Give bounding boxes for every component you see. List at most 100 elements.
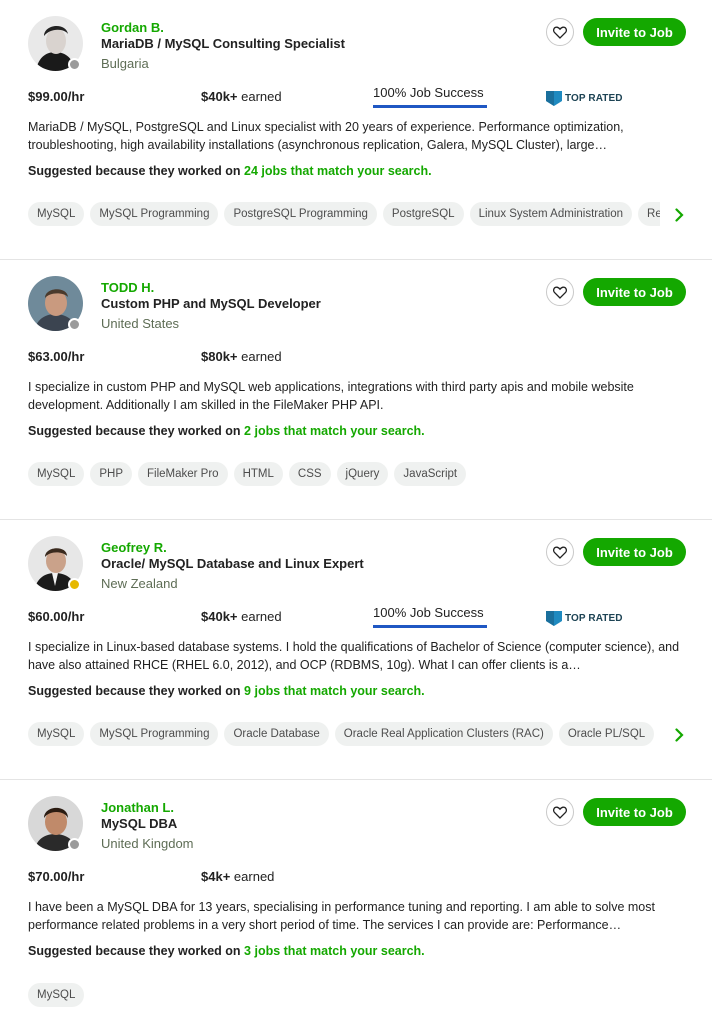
earned-suffix: earned [241, 349, 282, 364]
hourly-rate: $70.00/hr [28, 869, 85, 884]
suggested-reason: Suggested because they worked on 24 jobs… [28, 164, 432, 178]
skill-tag[interactable]: Oracle PL/SQL [558, 722, 655, 746]
earned-amount: $40k+ [201, 89, 238, 104]
invite-to-job-button[interactable]: Invite to Job [583, 278, 686, 306]
skill-tag[interactable]: JavaScript [394, 462, 467, 486]
skills-list: MySQL MySQL Programming Oracle Database Ora… [28, 722, 660, 748]
earned-suffix: earned [241, 89, 282, 104]
description-text: I specialize in custom PHP and MySQL web… [28, 380, 634, 412]
skill-tag[interactable]: PostgreSQL [382, 202, 464, 226]
freelancer-name[interactable]: Gordan B. [101, 20, 164, 35]
heart-icon [553, 286, 567, 299]
job-success-bar [373, 625, 487, 628]
freelancer-title: Custom PHP and MySQL Developer [101, 296, 321, 311]
freelancer-card: TODD H. Custom PHP and MySQL Developer U… [0, 260, 712, 520]
skill-tag[interactable]: Oracle Real Application Clusters (RAC) [334, 722, 553, 746]
total-earned: $40k+ earned [201, 89, 282, 104]
skills-next-button[interactable] [670, 726, 688, 744]
skill-tag[interactable]: MySQL Programming [90, 202, 219, 226]
top-rated-label: TOP RATED [565, 92, 623, 104]
job-success-bar [373, 105, 487, 108]
freelancer-name[interactable]: TODD H. [101, 280, 154, 295]
skill-tag[interactable]: Linux System Administration [469, 202, 633, 226]
matching-jobs-link[interactable]: 3 jobs that match your search. [244, 944, 425, 958]
skills-next-button[interactable] [670, 206, 688, 224]
suggested-prefix: Suggested because they worked on [28, 164, 241, 178]
skills-list: MySQL PHP FileMaker Pro HTML CSS jQuery JavaSc… [28, 462, 660, 488]
skill-tag[interactable]: PHP [90, 462, 132, 486]
freelancer-description: I specialize in Linux-based database sys… [28, 638, 683, 674]
skill-tag[interactable]: MySQL Programming [90, 722, 219, 746]
freelancer-country: United States [101, 316, 180, 331]
job-success-score: 100% Job Success [373, 85, 484, 100]
hourly-rate: $63.00/hr [28, 349, 85, 364]
hourly-rate: $60.00/hr [28, 609, 85, 624]
top-rated-badge: TOP RATED [546, 610, 623, 626]
top-rated-label: TOP RATED [565, 612, 623, 624]
freelancer-country: United Kingdom [101, 836, 194, 851]
description-text: MariaDB / MySQL, PostgreSQL and Linux sp… [28, 120, 624, 152]
freelancer-country: Bulgaria [101, 56, 149, 71]
heart-icon [553, 806, 567, 819]
freelancer-description: MariaDB / MySQL, PostgreSQL and Linux sp… [28, 118, 683, 154]
freelancer-title: MySQL DBA [101, 816, 178, 831]
skill-tag[interactable]: Oracle Database [224, 722, 329, 746]
total-earned: $40k+ earned [201, 609, 282, 624]
earned-amount: $40k+ [201, 609, 238, 624]
suggested-prefix: Suggested because they worked on [28, 684, 241, 698]
freelancer-name[interactable]: Geofrey R. [101, 540, 167, 555]
top-rated-badge: TOP RATED [546, 90, 623, 106]
invite-to-job-button[interactable]: Invite to Job [583, 538, 686, 566]
heart-icon [553, 546, 567, 559]
save-freelancer-button[interactable] [546, 278, 574, 306]
description-text: I have been a MySQL DBA for 13 years, sp… [28, 900, 655, 932]
invite-to-job-button[interactable]: Invite to Job [583, 798, 686, 826]
chevron-right-icon [674, 208, 684, 222]
earned-amount: $4k+ [201, 869, 231, 884]
total-earned: $4k+ earned [201, 869, 274, 884]
status-dot [68, 58, 81, 71]
skill-tag[interactable]: MySQL [28, 202, 85, 226]
status-dot [68, 318, 81, 331]
suggested-reason: Suggested because they worked on 3 jobs … [28, 944, 425, 958]
save-freelancer-button[interactable] [546, 798, 574, 826]
top-rated-icon [546, 611, 562, 626]
skill-tag[interactable]: FileMaker Pro [138, 462, 228, 486]
skill-tag[interactable]: PostgreSQL Programming [224, 202, 377, 226]
freelancer-title: MariaDB / MySQL Consulting Specialist [101, 36, 345, 51]
save-freelancer-button[interactable] [546, 18, 574, 46]
top-rated-icon [546, 91, 562, 106]
freelancer-card: Jonathan L. MySQL DBA United Kingdom Inv… [0, 780, 712, 1024]
skill-tag[interactable]: jQuery [336, 462, 389, 486]
earned-amount: $80k+ [201, 349, 238, 364]
skill-tag[interactable]: MySQL [28, 462, 85, 486]
skill-tag[interactable]: MySQL [28, 983, 85, 1007]
hourly-rate: $99.00/hr [28, 89, 85, 104]
freelancer-name[interactable]: Jonathan L. [101, 800, 174, 815]
skill-tag[interactable]: CSS [288, 462, 331, 486]
skill-tag[interactable]: Re [638, 202, 660, 226]
freelancer-card: Geofrey R. Oracle/ MySQL Database and Li… [0, 520, 712, 780]
heart-icon [553, 26, 567, 39]
freelancer-country: New Zealand [101, 576, 178, 591]
earned-suffix: earned [233, 869, 275, 884]
chevron-right-icon [674, 728, 684, 742]
earned-suffix: earned [241, 609, 282, 624]
matching-jobs-link[interactable]: 2 jobs that match your search. [244, 424, 425, 438]
save-freelancer-button[interactable] [546, 538, 574, 566]
matching-jobs-link[interactable]: 24 jobs that match your search. [244, 164, 432, 178]
matching-jobs-link[interactable]: 9 jobs that match your search. [244, 684, 425, 698]
skill-tag[interactable]: MySQL [28, 722, 85, 746]
suggested-reason: Suggested because they worked on 9 jobs … [28, 684, 425, 698]
invite-to-job-button[interactable]: Invite to Job [583, 18, 686, 46]
skills-list: MySQL [28, 983, 660, 1009]
freelancer-title: Oracle/ MySQL Database and Linux Expert [101, 556, 364, 571]
suggested-reason: Suggested because they worked on 2 jobs … [28, 424, 425, 438]
freelancer-card: Gordan B. MariaDB / MySQL Consulting Spe… [0, 0, 712, 260]
freelancer-description: I specialize in custom PHP and MySQL web… [28, 378, 683, 414]
skills-list: MySQL MySQL Programming PostgreSQL Program… [28, 202, 660, 228]
total-earned: $80k+ earned [201, 349, 282, 364]
freelancer-description: I have been a MySQL DBA for 13 years, sp… [28, 898, 683, 934]
skill-tag[interactable]: HTML [233, 462, 283, 486]
suggested-prefix: Suggested because they worked on [28, 944, 241, 958]
